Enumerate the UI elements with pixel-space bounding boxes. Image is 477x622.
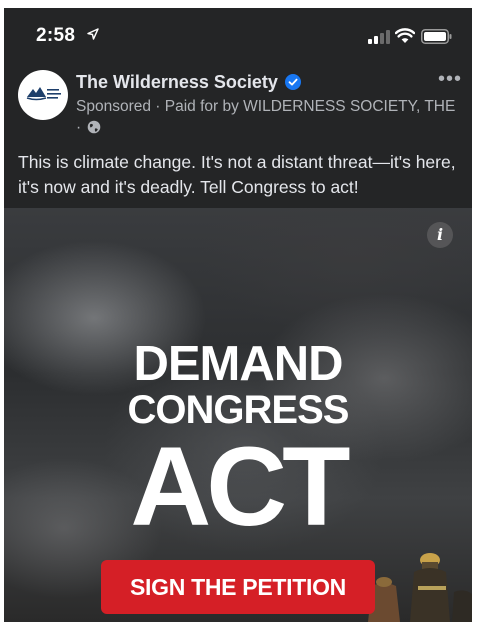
verified-badge-icon bbox=[285, 74, 301, 90]
headline-line-3: ACT bbox=[130, 424, 350, 549]
globe-icon bbox=[88, 120, 101, 134]
wilderness-society-logo bbox=[26, 87, 61, 101]
battery-icon bbox=[421, 29, 452, 44]
status-bar: 2:58 bbox=[4, 8, 472, 56]
page-name-link[interactable]: The Wilderness Society bbox=[76, 72, 278, 93]
location-arrow-icon bbox=[87, 28, 99, 40]
ad-image[interactable]: i DEMAND CONGRESS ACT SIGN THE PETITION bbox=[4, 208, 472, 622]
cellular-signal-icon bbox=[368, 30, 390, 44]
post-body-text: This is climate change. It's not a dista… bbox=[18, 152, 456, 197]
page-avatar[interactable] bbox=[18, 70, 68, 120]
sign-petition-button[interactable]: SIGN THE PETITION bbox=[101, 560, 375, 614]
wifi-icon bbox=[395, 28, 415, 43]
status-time: 2:58 bbox=[36, 25, 76, 46]
sponsored-text: Sponsored · Paid for by WILDERNESS SOCIE… bbox=[76, 98, 456, 136]
sponsored-line: Sponsored · Paid for by WILDERNESS SOCIE… bbox=[76, 96, 456, 138]
info-icon[interactable]: i bbox=[427, 222, 453, 248]
headline-line-1: DEMAND bbox=[133, 337, 343, 391]
phone-screen: 2:58 The Wilderness Society ••• Sponsore… bbox=[4, 8, 472, 622]
more-options-icon[interactable]: ••• bbox=[438, 68, 462, 91]
